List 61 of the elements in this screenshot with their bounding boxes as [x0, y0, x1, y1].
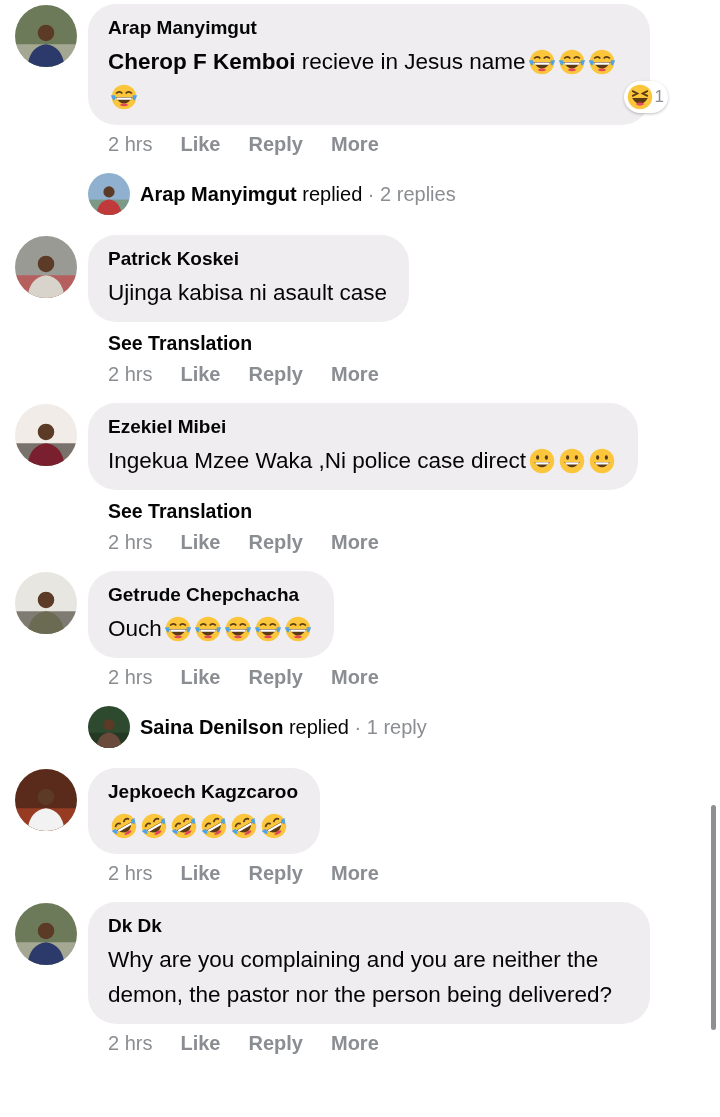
- grinning-face-icon: [558, 447, 587, 476]
- action-link[interactable]: More: [330, 531, 379, 555]
- see-translation-link[interactable]: See Translation: [108, 332, 253, 356]
- timestamp: 2 hrs: [108, 666, 153, 690]
- rolling-laughing-icon: [140, 812, 168, 841]
- action-link[interactable]: Like: [180, 862, 221, 886]
- laughing-tears-icon: [283, 615, 312, 644]
- author-name[interactable]: Patrick Koskei: [108, 247, 387, 272]
- rolling-laughing-icon: [200, 812, 228, 841]
- grinning-face-icon: [528, 447, 557, 476]
- view-replies-link[interactable]: Saina Denilson replied · 1 reply: [140, 715, 427, 739]
- action-link[interactable]: Like: [180, 531, 221, 555]
- laughing-tears-icon: [223, 615, 252, 644]
- action-link[interactable]: Reply: [248, 666, 303, 690]
- laughing-tears-icon: [110, 83, 138, 112]
- action-link[interactable]: Reply: [248, 1032, 303, 1056]
- grinning-face-icon: [588, 447, 617, 476]
- action-link[interactable]: More: [330, 363, 379, 387]
- laughing-tears-icon: [163, 615, 192, 644]
- author-name[interactable]: Dk Dk: [108, 914, 628, 939]
- timestamp: 2 hrs: [108, 363, 153, 387]
- laughing-tears-icon: [253, 615, 282, 644]
- comment-text: Ingekua Mzee Waka ,Ni police case direct: [108, 448, 527, 474]
- action-link[interactable]: More: [330, 1032, 379, 1056]
- comment-text: Ouch: [108, 616, 162, 642]
- action-link[interactable]: More: [330, 862, 379, 886]
- see-translation-link[interactable]: See Translation: [108, 500, 253, 524]
- action-link[interactable]: Reply: [248, 862, 303, 886]
- reaction-badge[interactable]: 1: [623, 81, 668, 114]
- action-link[interactable]: Like: [180, 363, 221, 387]
- timestamp: 2 hrs: [108, 1032, 153, 1056]
- author-name[interactable]: Jepkoech Kagzcaroo: [108, 780, 299, 805]
- author-name[interactable]: Getrude Chepchacha: [108, 583, 312, 608]
- timestamp: 2 hrs: [108, 531, 153, 555]
- action-link[interactable]: Reply: [248, 363, 303, 387]
- rolling-laughing-icon: [260, 812, 288, 841]
- author-name[interactable]: Arap Manyimgut: [108, 16, 628, 40]
- laughing-face-icon: [625, 83, 654, 112]
- author-name[interactable]: Ezekiel Mibei: [108, 415, 617, 440]
- rolling-laughing-icon: [170, 812, 198, 841]
- laughing-tears-icon: [527, 48, 556, 77]
- laughing-tears-icon: [557, 48, 586, 77]
- laughing-tears-icon: [193, 615, 222, 644]
- action-link[interactable]: Like: [180, 133, 221, 157]
- comment-text: Cherop F Kemboi recieve in Jesus name: [108, 49, 526, 75]
- action-link[interactable]: More: [330, 666, 379, 690]
- rolling-laughing-icon: [230, 812, 258, 841]
- comment-text: Ujinga kabisa ni asault case: [108, 280, 387, 306]
- timestamp: 2 hrs: [108, 862, 153, 886]
- reaction-count: 1: [654, 87, 664, 108]
- rolling-laughing-icon: [110, 812, 138, 841]
- action-link[interactable]: Reply: [248, 133, 303, 157]
- scrollbar[interactable]: [711, 805, 716, 1030]
- action-link[interactable]: Reply: [248, 531, 303, 555]
- action-link[interactable]: Like: [180, 666, 221, 690]
- action-link[interactable]: Like: [180, 1032, 221, 1056]
- laughing-tears-icon: [587, 48, 616, 77]
- view-replies-link[interactable]: Arap Manyimgut replied · 2 replies: [140, 182, 456, 206]
- comment-text: Why are you complaining and you are neither the demon, the pastor nor the person being delivered?: [108, 947, 613, 1008]
- action-link[interactable]: More: [330, 133, 379, 157]
- timestamp: 2 hrs: [108, 133, 153, 157]
